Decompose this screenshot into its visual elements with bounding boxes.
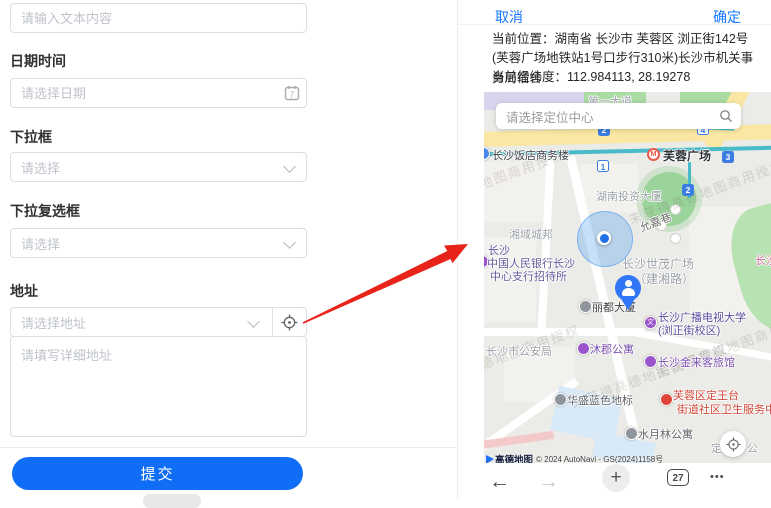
browser-toolbar: ← → + 27 ••• (458, 463, 771, 499)
recenter-button[interactable] (720, 431, 746, 457)
poi-icon: 文 (644, 316, 657, 329)
poi-label: 长沙饭店商务楼 (492, 147, 569, 163)
address-dropdown[interactable]: 请选择地址 (10, 307, 307, 337)
poi-icon (554, 393, 567, 406)
svg-text:7: 7 (290, 91, 295, 100)
current-coords-text: 当前经纬度：112.984113, 28.19278 (492, 68, 764, 87)
new-tab-button[interactable]: + (602, 464, 630, 492)
poi-icon (660, 393, 673, 406)
selected-location-pin[interactable] (615, 275, 641, 313)
metro-station-icon: M (647, 148, 660, 161)
poi-label: 长沙市公安局 (486, 343, 552, 359)
poi-label: 华盛蓝色地标 (567, 392, 633, 408)
poi-icon (484, 147, 490, 160)
poi-label: (浏正街校区) (658, 322, 720, 338)
divider (272, 308, 273, 336)
poi-label: 沐郡公寓 (590, 341, 634, 357)
locate-crosshair-icon (726, 437, 741, 452)
map-search-placeholder: 请选择定位中心 (506, 107, 719, 126)
chevron-down-icon (283, 160, 296, 173)
poi-label: 中心支行招待所 (490, 268, 567, 284)
address-placeholder: 请选择地址 (21, 313, 86, 332)
poi-icon (579, 300, 592, 313)
calendar-icon: 7 (284, 85, 300, 101)
forward-icon[interactable]: → (538, 471, 559, 492)
select-label: 下拉框 (10, 127, 52, 147)
gps-center-dot (597, 231, 611, 245)
map-copyright: © 2024 AutoNavi - GS(2024)1158号 (536, 454, 663, 464)
text-input[interactable] (10, 3, 307, 33)
metro-station-label: 芙蓉广场 (663, 147, 711, 164)
poi-label: （建湘路） (634, 270, 694, 287)
chevron-down-icon (283, 236, 296, 249)
tab-count-button[interactable]: 27 (667, 469, 689, 486)
map-canvas[interactable]: 未获得高德地图商用授权 未获得高德地图商用授权 未获得高德地图商用授权 未获得高… (484, 92, 771, 463)
select-placeholder: 请选择 (21, 158, 60, 177)
poi-label-partial: 公 (747, 440, 758, 456)
locate-crosshair-icon[interactable] (281, 314, 298, 331)
route-shield: 3 (722, 151, 734, 163)
current-location-label: 当前位置： (492, 32, 555, 46)
multiselect-placeholder: 请选择 (21, 234, 60, 253)
poi-label: 长沙 (755, 252, 771, 268)
divider (458, 24, 771, 25)
poi-icon (644, 355, 657, 368)
datetime-label: 日期时间 (10, 51, 66, 71)
divider (0, 447, 458, 448)
back-icon[interactable]: ← (489, 471, 510, 492)
route-shield: 1 (597, 160, 609, 172)
date-input[interactable] (10, 78, 307, 108)
map-attribution: 高德地图 © 2024 AutoNavi - GS(2024)1158号 (486, 452, 663, 463)
chevron-down-icon (247, 315, 260, 328)
poi-label: 湖南投资大厦 (596, 188, 662, 204)
amap-logo-text: 高德地图 (495, 452, 533, 463)
poi-icon (625, 427, 638, 440)
amap-logo-icon (486, 455, 494, 464)
address-detail-textarea[interactable] (10, 336, 307, 437)
poi-label: 长沙金来客旅馆 (658, 354, 735, 370)
coords-label: 当前经纬度： (492, 70, 567, 84)
more-menu-icon[interactable]: ••• (710, 472, 725, 483)
poi-label: 湘域城邦 (509, 226, 553, 242)
multiselect-dropdown[interactable]: 请选择 (10, 228, 307, 258)
panel-divider (457, 0, 458, 499)
plus-icon: + (610, 467, 621, 488)
poi-label: 水月林公寓 (638, 426, 693, 442)
search-icon (719, 109, 733, 123)
coords-value: 112.984113, 28.19278 (567, 70, 690, 84)
submit-button[interactable]: 提交 (12, 457, 303, 490)
map-search-box[interactable]: 请选择定位中心 (496, 103, 741, 129)
poi-label: 街道社区卫生服务中 (677, 401, 771, 417)
multiselect-label: 下拉复选框 (10, 201, 80, 221)
map-junction-dot (670, 233, 681, 244)
address-label: 地址 (10, 281, 38, 301)
route-shield: 2 (682, 184, 694, 196)
poi-icon (577, 342, 590, 355)
bottom-pill-decoration (143, 494, 201, 508)
select-dropdown[interactable]: 请选择 (10, 152, 307, 182)
